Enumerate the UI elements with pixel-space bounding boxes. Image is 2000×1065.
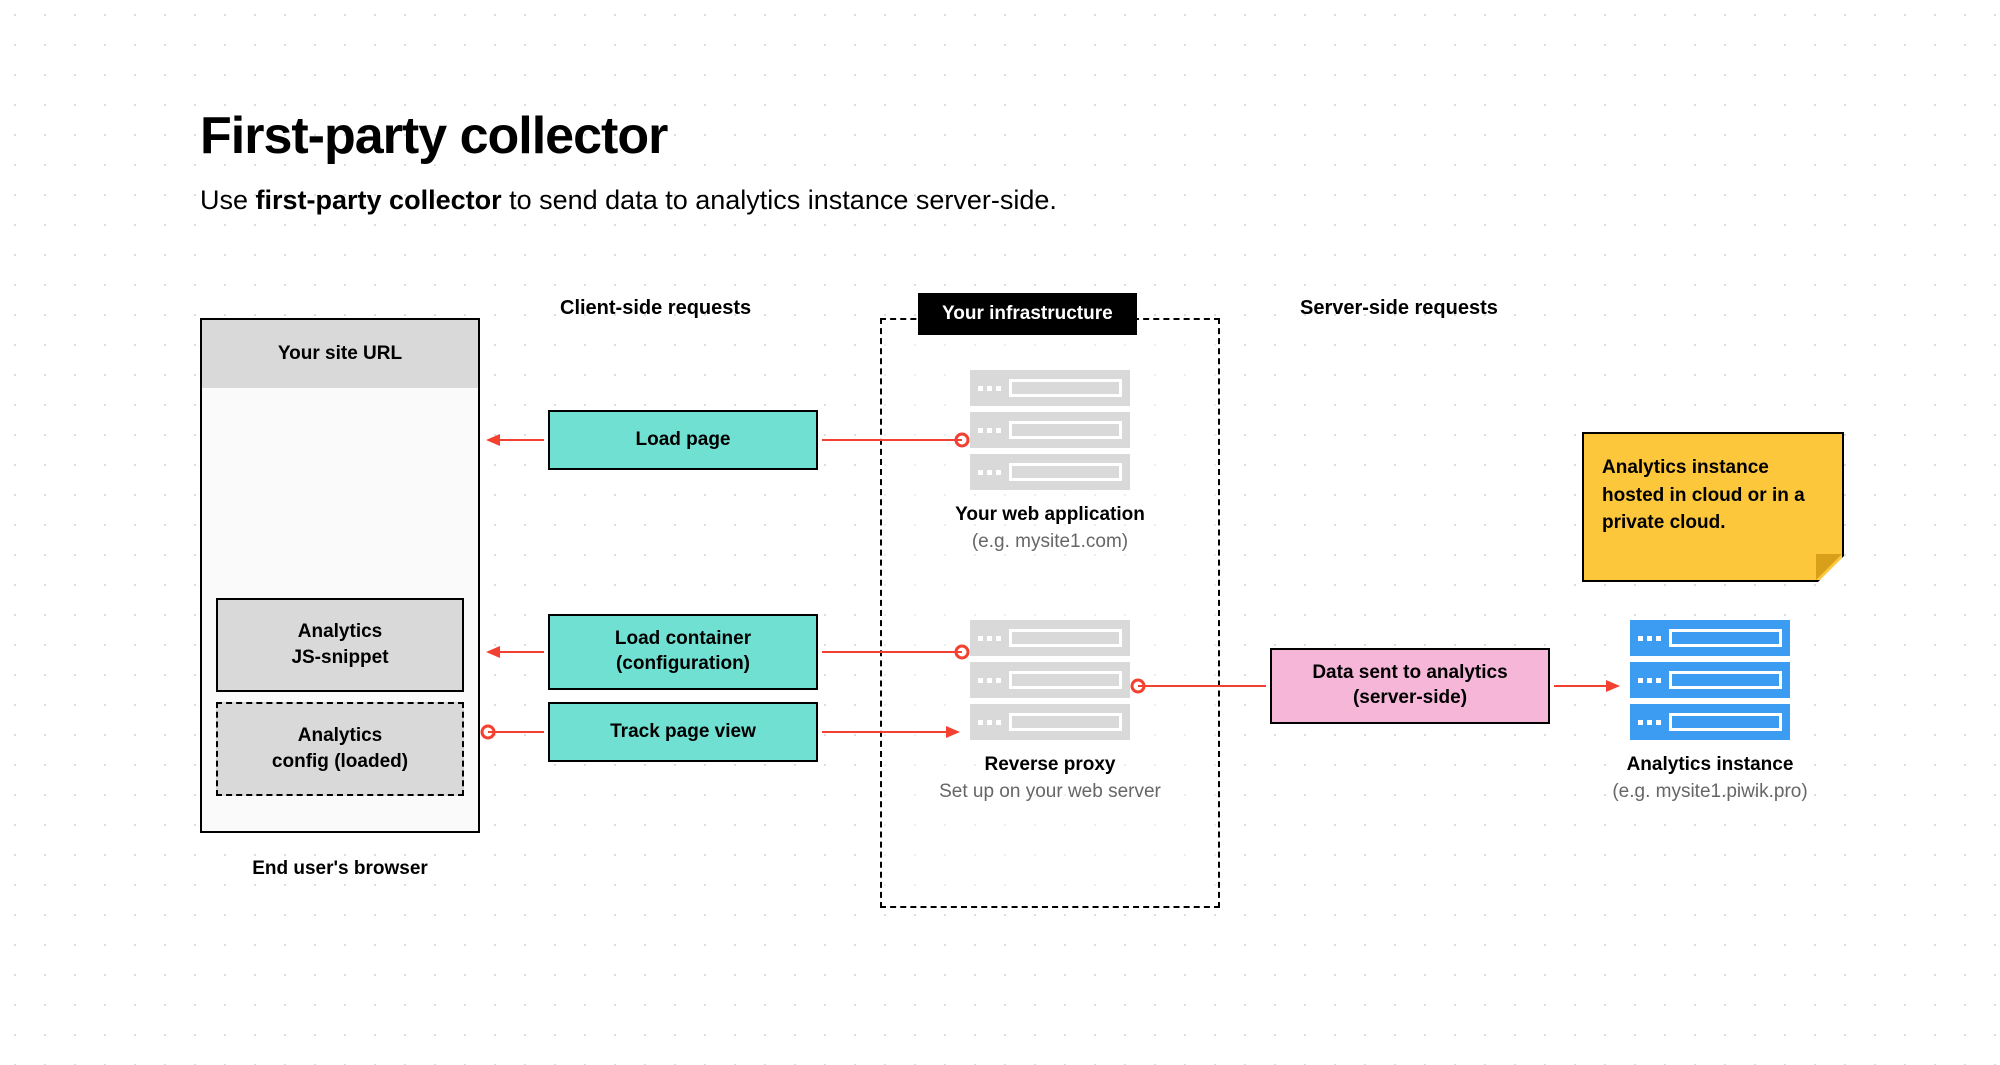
web-application-title: Your web application <box>880 502 1220 529</box>
web-application-server-icon <box>970 370 1130 490</box>
sticky-note: Analytics instance hosted in cloud or in… <box>1582 432 1844 582</box>
analytics-instance-title: Analytics instance <box>1560 752 1860 779</box>
browser-caption: End user's browser <box>200 858 480 880</box>
your-infrastructure-tag: Your infrastructure <box>918 293 1137 335</box>
analytics-config-loaded: Analyticsconfig (loaded) <box>216 702 464 796</box>
analytics-instance-sub: (e.g. mysite1.piwik.pro) <box>1560 779 1860 806</box>
subtitle-prefix: Use <box>200 185 256 215</box>
diagram-subtitle: Use first-party collector to send data t… <box>200 185 1057 216</box>
flow-load-container: Load container(configuration) <box>548 614 818 690</box>
reverse-proxy-server-icon <box>970 620 1130 740</box>
server-side-label: Server-side requests <box>1300 297 1498 320</box>
end-user-browser: Your site URL AnalyticsJS-snippet Analyt… <box>200 318 480 833</box>
diagram-title: First-party collector <box>200 106 667 166</box>
browser-url-bar: Your site URL <box>202 320 478 388</box>
subtitle-suffix: to send data to analytics instance serve… <box>502 185 1057 215</box>
web-application-sub: (e.g. mysite1.com) <box>880 529 1220 556</box>
web-application-caption: Your web application (e.g. mysite1.com) <box>880 502 1220 555</box>
client-side-label: Client-side requests <box>560 297 751 320</box>
flow-track-page-view: Track page view <box>548 702 818 762</box>
analytics-js-snippet: AnalyticsJS-snippet <box>216 598 464 692</box>
reverse-proxy-sub: Set up on your web server <box>880 779 1220 806</box>
analytics-instance-caption: Analytics instance (e.g. mysite1.piwik.p… <box>1560 752 1860 805</box>
flow-data-sent: Data sent to analytics(server-side) <box>1270 648 1550 724</box>
reverse-proxy-title: Reverse proxy <box>880 752 1220 779</box>
reverse-proxy-caption: Reverse proxy Set up on your web server <box>880 752 1220 805</box>
subtitle-bold: first-party collector <box>256 185 502 215</box>
flow-load-page: Load page <box>548 410 818 470</box>
analytics-instance-server-icon <box>1630 620 1790 740</box>
